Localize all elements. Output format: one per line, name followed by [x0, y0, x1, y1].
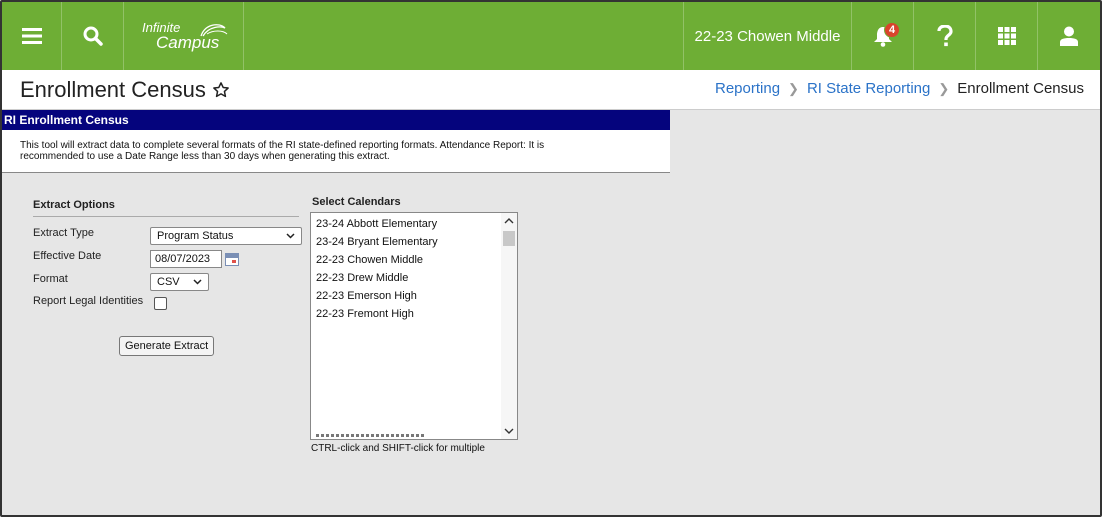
logo-swoosh-icon	[200, 24, 228, 37]
search-icon	[83, 26, 103, 46]
topbar-spacer	[244, 2, 684, 70]
calendar-list[interactable]: 23-24 Abbott Elementary 23-24 Bryant Ele…	[310, 212, 518, 440]
extract-type-label: Extract Type	[33, 227, 94, 239]
panel-heading: RI Enrollment Census	[2, 110, 670, 130]
scroll-down-icon[interactable]	[504, 428, 514, 435]
user-icon	[1060, 26, 1078, 46]
description-line-1: This tool will extract data to complete …	[20, 140, 545, 151]
enrollment-census-panel: RI Enrollment Census This tool will extr…	[2, 110, 670, 515]
extract-type-value: Program Status	[157, 230, 234, 242]
list-item[interactable]: 23-24 Bryant Elementary	[311, 233, 517, 251]
school-name: 22-23 Chowen Middle	[694, 27, 841, 45]
menu-button[interactable]	[2, 2, 62, 70]
breadcrumb: Reporting ❯ RI State Reporting ❯ Enrollm…	[715, 80, 1084, 97]
list-item[interactable]: 22-23 Chowen Middle	[311, 251, 517, 269]
breadcrumb-ri-state-reporting[interactable]: RI State Reporting	[807, 80, 930, 97]
generate-extract-button[interactable]: Generate Extract	[119, 336, 215, 356]
search-button[interactable]	[62, 2, 124, 70]
effective-date-input[interactable]	[150, 250, 222, 268]
description-line-2: recommended to use a Date Range less tha…	[20, 151, 390, 162]
apps-grid-icon	[997, 27, 1016, 45]
breadcrumb-reporting[interactable]: Reporting	[715, 80, 780, 97]
report-legal-identities-checkbox[interactable]	[154, 297, 167, 310]
report-legal-identities-label: Report Legal Identities	[33, 295, 144, 307]
infinite-campus-logo[interactable]: Infinite Campus	[124, 2, 244, 70]
help-button[interactable]	[914, 2, 976, 70]
star-outline-icon	[213, 81, 229, 97]
clipped-list-item	[316, 434, 426, 437]
extract-type-select[interactable]: Program Status	[150, 227, 302, 245]
list-item[interactable]: 22-23 Fremont High	[311, 305, 517, 323]
top-navigation-bar: Infinite Campus 22-23 Chowen Middle 4	[2, 2, 1100, 70]
scrollbar-thumb[interactable]	[503, 231, 515, 246]
select-calendars-title: Select Calendars	[312, 196, 401, 208]
chevron-down-icon	[286, 233, 295, 239]
chevron-right-icon: ❯	[788, 80, 799, 96]
chevron-down-icon	[193, 279, 202, 285]
list-item[interactable]: 22-23 Drew Middle	[311, 269, 517, 287]
help-question-icon	[936, 25, 953, 47]
page-header: Enrollment Census Reporting ❯ RI State R…	[2, 70, 1100, 110]
chevron-right-icon: ❯	[938, 80, 950, 96]
school-selector[interactable]: 22-23 Chowen Middle	[684, 2, 852, 70]
notification-count-badge: 4	[884, 22, 900, 38]
multi-select-hint: CTRL-click and SHIFT-click for multiple	[311, 443, 485, 454]
format-value: CSV	[157, 276, 180, 288]
favorite-button[interactable]	[212, 81, 230, 99]
page-title: Enrollment Census	[20, 76, 206, 102]
format-select[interactable]: CSV	[150, 273, 209, 291]
section-divider	[33, 216, 299, 217]
format-label: Format	[33, 273, 68, 285]
app-switcher-button[interactable]	[976, 2, 1038, 70]
breadcrumb-current: Enrollment Census	[957, 80, 1084, 97]
calendar-picker-icon[interactable]	[225, 253, 239, 266]
notifications-button[interactable]: 4	[852, 2, 914, 70]
scroll-up-icon[interactable]	[504, 217, 514, 224]
calendar-list-scrollbar[interactable]	[501, 213, 517, 439]
user-account-button[interactable]	[1038, 2, 1100, 70]
extract-options-title: Extract Options	[33, 199, 115, 211]
main-content: RI Enrollment Census This tool will extr…	[2, 110, 1100, 515]
list-item[interactable]: 23-24 Abbott Elementary	[311, 215, 517, 233]
effective-date-label: Effective Date	[33, 250, 102, 262]
tool-description: This tool will extract data to complete …	[2, 130, 670, 173]
list-item[interactable]: 22-23 Emerson High	[311, 287, 517, 305]
app-window: Infinite Campus 22-23 Chowen Middle 4 En…	[0, 0, 1102, 517]
hamburger-menu-icon	[21, 28, 42, 44]
